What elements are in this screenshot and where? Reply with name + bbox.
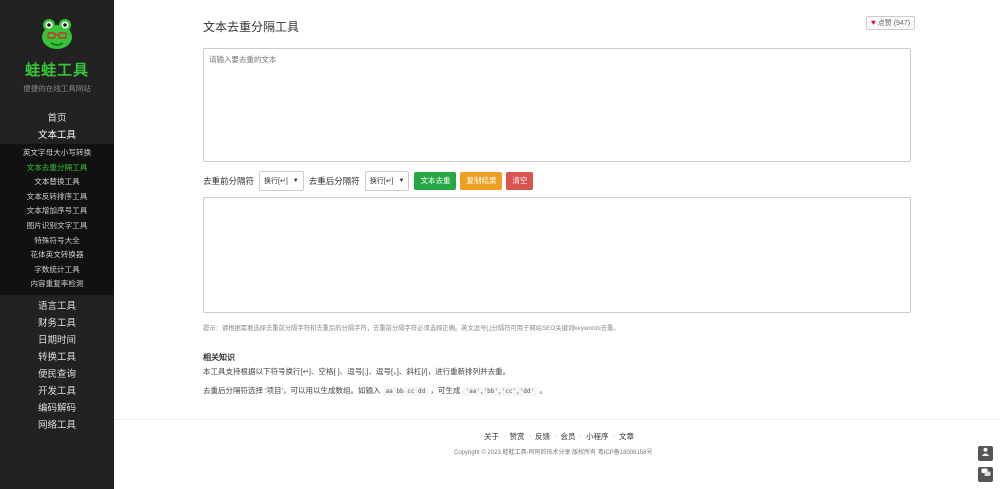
sub-item-word-count[interactable]: 字数统计工具 [0,263,114,278]
after-separator-value: 换行[↵] [369,178,394,185]
footer-separator: · [612,431,616,440]
frog-logo-icon [42,19,72,49]
footer-separator: · [579,431,583,440]
copy-result-button[interactable]: 复制结果 [460,172,503,190]
nav-datetime[interactable]: 日期时间 [0,332,114,349]
nav-text-tools[interactable]: 文本工具 [0,127,114,144]
footer-link-about[interactable]: 关于 [484,431,499,442]
sub-item-symbols[interactable]: 特殊符号大全 [0,234,114,249]
sub-item-ocr[interactable]: 图片识别文字工具 [0,219,114,234]
user-icon [981,447,990,456]
nav-encode-decode[interactable]: 编码解码 [0,400,114,417]
chat-float-button[interactable] [978,467,993,482]
footer-divider [114,419,1000,420]
page-title: 文本去重分隔工具 [203,20,300,34]
sub-item-case-convert[interactable]: 英文字母大小写转换 [0,146,114,161]
sub-item-reverse[interactable]: 文本反转排序工具 [0,190,114,205]
sub-item-numbering[interactable]: 文本增加序号工具 [0,204,114,219]
like-count: (947) [893,20,911,27]
nav-language-tools[interactable]: 语言工具 [0,298,114,315]
footer-link-miniprogram[interactable]: 小程序 [586,431,609,442]
sub-item-fancy-font[interactable]: 花体英文转换器 [0,248,114,263]
sub-item-duplicate-check[interactable]: 内容重复率检测 [0,277,114,292]
before-separator-label: 去重前分隔符 [203,176,255,186]
footer-links: 关于 · 赞赏 · 反馈 · 会员 · 小程序 · 文章 [484,431,634,442]
knowledge-line-2: 去重后分隔符选择 '项目'，可以用以生成数组。如输入 aa bb cc dd ，… [203,385,547,396]
after-separator-select[interactable]: 换行[↵] ▼ [364,171,410,191]
brand-name: 蛙蛙工具 [24,62,89,79]
logo-block[interactable]: 蛙蛙工具 便捷的在线工具网站 [0,0,114,94]
copyright: Copyright © 2023 蛙蛙工具-阿阿的技术分享 版权所有 粤ICP备… [454,450,653,456]
before-separator-value: 换行[↵] [264,178,288,185]
sub-item-replace[interactable]: 文本替换工具 [0,175,114,190]
nav-sub-menu: 英文字母大小写转换 文本去重分隔工具 文本替换工具 文本反转排序工具 文本增加序… [0,144,114,295]
like-label: 点赞 [877,20,892,27]
after-separator-label: 去重后分隔符 [308,176,360,186]
nav-convert-tools[interactable]: 转换工具 [0,349,114,366]
nav-dev-tools[interactable]: 开发工具 [0,383,114,400]
footer-link-member[interactable]: 会员 [561,431,576,442]
main-content: 文本去重分隔工具 ♥点赞 (947) 去重前分隔符 换行[↵] ▼ 去重后分隔符… [114,0,1000,489]
knowledge-text-b: ，可生成 [430,386,461,395]
sidebar: 蛙蛙工具 便捷的在线工具网站 首页 文本工具 英文字母大小写转换 文本去重分隔工… [0,0,114,489]
chat-icon [981,468,990,476]
user-float-button[interactable] [978,446,993,461]
knowledge-text-a: 去重后分隔符选择 '项目'，可以用以生成数组。如输入 [203,386,381,395]
footer-separator: · [554,431,557,440]
code-sample-output: 'aa','bb','cc','dd' [462,387,538,396]
knowledge-title: 相关知识 [203,353,235,362]
controls-row: 去重前分隔符 换行[↵] ▼ 去重后分隔符 换行[↵] ▼ 文本去重 复制结果 … [203,171,537,191]
knowledge-line-1: 本工具支持根据以下符号换行[↵]、空格[ ]、逗号[,]、逗号[，]、斜杠[/]… [203,367,511,376]
brand-tagline: 便捷的在线工具网站 [23,84,91,93]
footer-link-articles[interactable]: 文章 [619,431,634,442]
sidebar-nav: 首页 文本工具 英文字母大小写转换 文本去重分隔工具 文本替换工具 文本反转排序… [0,110,114,434]
nav-network-tools[interactable]: 网络工具 [0,417,114,434]
nav-home[interactable]: 首页 [0,110,114,127]
nav-lookup[interactable]: 便民查询 [0,366,114,383]
footer-link-feedback[interactable]: 反馈 [535,431,550,442]
input-textarea[interactable] [203,48,911,162]
dedupe-button[interactable]: 文本去重 [414,172,457,190]
footer-separator: · [503,431,506,440]
clear-button[interactable]: 清空 [506,172,534,190]
knowledge-text-c: 。 [539,386,547,395]
footer-separator: · [528,431,532,440]
output-textarea[interactable] [203,197,911,313]
sub-item-dedupe[interactable]: 文本去重分隔工具 [0,161,114,176]
before-separator-select[interactable]: 换行[↵] ▼ [259,171,304,191]
code-sample-input: aa bb cc dd [382,387,429,396]
chevron-down-icon: ▼ [292,178,299,184]
hint-text: 提示：请根据需要选择去重前分隔字符和去重后的分隔字符，去重前分隔字符必须选择正确… [203,325,620,332]
footer-link-donate[interactable]: 赞赏 [510,431,525,442]
nav-finance-tools[interactable]: 财务工具 [0,315,114,332]
like-button[interactable]: ♥ 点赞 (947) [866,16,916,30]
chevron-down-icon: ▼ [398,178,405,184]
heart-icon: ♥ [871,18,876,27]
nav-categories: 语言工具 财务工具 日期时间 转换工具 便民查询 开发工具 编码解码 网络工具 [0,295,114,434]
